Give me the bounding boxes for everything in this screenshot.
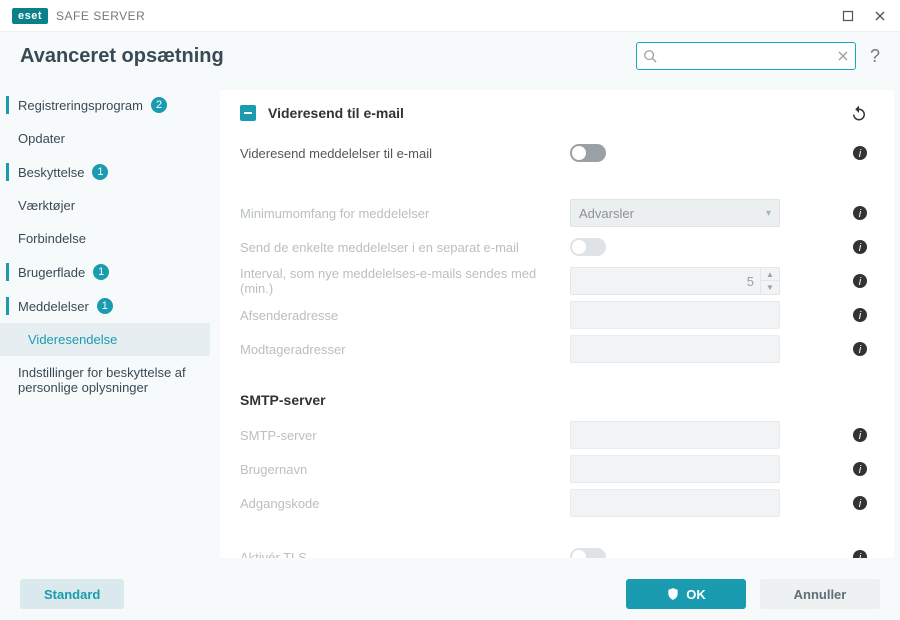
badge: 1 bbox=[93, 264, 109, 280]
search-icon bbox=[643, 49, 657, 63]
info-icon[interactable]: i bbox=[852, 549, 868, 558]
label: Interval, som nye meddelelses-e-mails se… bbox=[240, 266, 570, 296]
label: Brugernavn bbox=[240, 462, 570, 477]
info-icon[interactable]: i bbox=[852, 205, 868, 221]
chevron-down-icon: ▾ bbox=[766, 208, 771, 219]
collapse-icon[interactable] bbox=[240, 105, 256, 121]
badge: 2 bbox=[151, 97, 167, 113]
product-name: SAFE SERVER bbox=[56, 9, 145, 23]
label: Modtageradresser bbox=[240, 342, 570, 357]
info-icon[interactable]: i bbox=[852, 273, 868, 289]
sidebar-item-detection-engine[interactable]: Registreringsprogram 2 bbox=[0, 88, 210, 122]
label: Aktivér TLS bbox=[240, 550, 570, 559]
button-label: Standard bbox=[44, 587, 100, 602]
info-icon[interactable]: i bbox=[852, 145, 868, 161]
sidebar-item-label: Registreringsprogram bbox=[18, 98, 143, 113]
revert-icon[interactable] bbox=[850, 104, 868, 122]
row-sender: Afsenderadresse i bbox=[240, 298, 868, 332]
select-value: Advarsler bbox=[579, 206, 634, 221]
info-icon[interactable]: i bbox=[852, 239, 868, 255]
header: Avanceret opsætning ? bbox=[0, 32, 900, 80]
ok-button[interactable]: OK bbox=[626, 579, 746, 609]
badge: 1 bbox=[92, 164, 108, 180]
row-smtp-server: SMTP-server i bbox=[240, 418, 868, 452]
sidebar-item-label: Værktøjer bbox=[18, 198, 75, 213]
label: Adgangskode bbox=[240, 496, 570, 511]
sidebar-item-label: Beskyttelse bbox=[18, 165, 84, 180]
settings-panel: Videresend til e-mail Videresend meddele… bbox=[220, 90, 894, 558]
smtp-section-title: SMTP-server bbox=[240, 392, 868, 408]
section-title: Videresend til e-mail bbox=[268, 105, 404, 121]
row-smtp-username: Brugernavn i bbox=[240, 452, 868, 486]
input-interval: ▲▼ bbox=[570, 267, 780, 295]
info-icon[interactable]: i bbox=[852, 307, 868, 323]
info-icon[interactable]: i bbox=[852, 495, 868, 511]
sidebar-item-connectivity[interactable]: Forbindelse bbox=[0, 222, 210, 255]
row-recipients: Modtageradresser i bbox=[240, 332, 868, 366]
sidebar-item-label: Opdater bbox=[18, 131, 65, 146]
spinner: ▲▼ bbox=[760, 268, 779, 294]
clear-search-icon[interactable] bbox=[837, 50, 849, 62]
label: Minimumomfang for meddelelser bbox=[240, 206, 570, 221]
titlebar: eset SAFE SERVER bbox=[0, 0, 900, 32]
sidebar-item-protections[interactable]: Beskyttelse 1 bbox=[0, 155, 210, 189]
sidebar-item-forwarding[interactable]: Videresendelse bbox=[0, 323, 210, 356]
badge: 1 bbox=[97, 298, 113, 314]
label: SMTP-server bbox=[240, 428, 570, 443]
row-enable-tls: Aktivér TLS i bbox=[240, 540, 868, 558]
sidebar-item-update[interactable]: Opdater bbox=[0, 122, 210, 155]
spin-down-icon: ▼ bbox=[761, 281, 779, 294]
row-interval: Interval, som nye meddelelses-e-mails se… bbox=[240, 264, 868, 298]
search-field[interactable] bbox=[657, 49, 837, 63]
sidebar-item-notifications[interactable]: Meddelelser 1 bbox=[0, 289, 210, 323]
input-recipients bbox=[570, 335, 780, 363]
button-label: Annuller bbox=[794, 587, 847, 602]
toggle-forward-email[interactable] bbox=[570, 144, 606, 162]
row-forward-to-email: Videresend meddelelser til e-mail i bbox=[240, 136, 868, 170]
sidebar-item-label: Videresendelse bbox=[28, 332, 117, 347]
search-input[interactable] bbox=[636, 42, 856, 70]
sidebar-item-tools[interactable]: Værktøjer bbox=[0, 189, 210, 222]
info-icon[interactable]: i bbox=[852, 427, 868, 443]
label: Send de enkelte meddelelser i en separat… bbox=[240, 240, 570, 255]
footer: Standard OK Annuller bbox=[0, 568, 900, 620]
help-icon[interactable]: ? bbox=[870, 46, 880, 67]
default-button[interactable]: Standard bbox=[20, 579, 124, 609]
sidebar-item-user-interface[interactable]: Brugerflade 1 bbox=[0, 255, 210, 289]
row-separate-email: Send de enkelte meddelelser i en separat… bbox=[240, 230, 868, 264]
maximize-icon[interactable] bbox=[842, 10, 858, 22]
label: Afsenderadresse bbox=[240, 308, 570, 323]
input-sender bbox=[570, 301, 780, 329]
toggle-enable-tls bbox=[570, 548, 606, 558]
interval-field bbox=[571, 274, 760, 289]
row-smtp-password: Adgangskode i bbox=[240, 486, 868, 520]
brand-logo: eset bbox=[12, 8, 48, 24]
close-icon[interactable] bbox=[874, 10, 890, 22]
sidebar-item-label: Indstillinger for beskyttelse af personl… bbox=[18, 365, 196, 395]
toggle-separate-email bbox=[570, 238, 606, 256]
content-area: Videresend til e-mail Videresend meddele… bbox=[210, 80, 900, 568]
shield-icon bbox=[666, 587, 680, 601]
info-icon[interactable]: i bbox=[852, 461, 868, 477]
sidebar-item-label: Meddelelser bbox=[18, 299, 89, 314]
button-label: OK bbox=[686, 587, 706, 602]
input-smtp-server bbox=[570, 421, 780, 449]
cancel-button[interactable]: Annuller bbox=[760, 579, 880, 609]
row-min-verbosity: Minimumomfang for meddelelser Advarsler … bbox=[240, 196, 868, 230]
sidebar-item-label: Brugerflade bbox=[18, 265, 85, 280]
label: Videresend meddelelser til e-mail bbox=[240, 146, 570, 161]
sidebar: Registreringsprogram 2 Opdater Beskyttel… bbox=[0, 80, 210, 568]
spin-up-icon: ▲ bbox=[761, 268, 779, 281]
sidebar-item-privacy-settings[interactable]: Indstillinger for beskyttelse af personl… bbox=[0, 356, 210, 404]
window-controls bbox=[842, 10, 890, 22]
info-icon[interactable]: i bbox=[852, 341, 868, 357]
input-smtp-password bbox=[570, 489, 780, 517]
sidebar-item-label: Forbindelse bbox=[18, 231, 86, 246]
page-title: Avanceret opsætning bbox=[20, 45, 224, 68]
select-min-verbosity: Advarsler ▾ bbox=[570, 199, 780, 227]
input-smtp-username bbox=[570, 455, 780, 483]
